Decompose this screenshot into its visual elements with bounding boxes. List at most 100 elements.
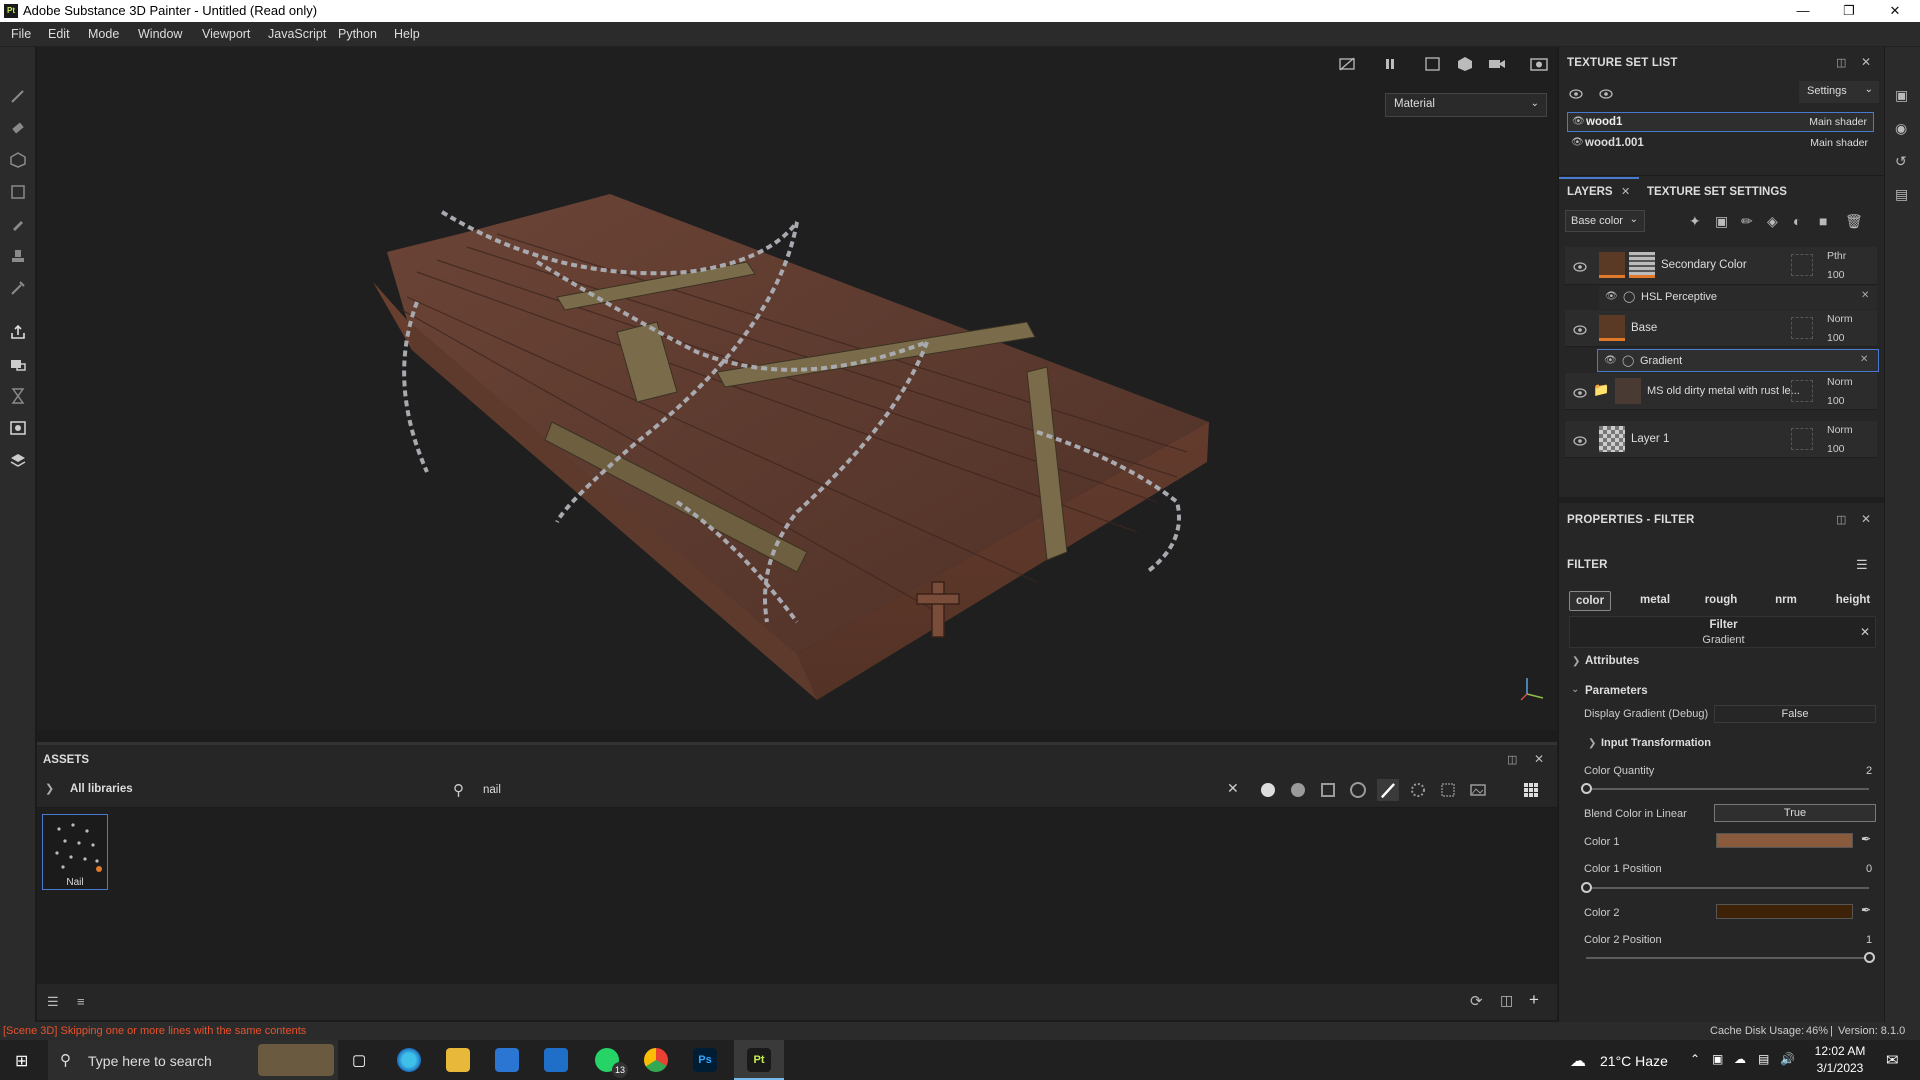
layer-folder-row[interactable]: 📁 MS old dirty metal with rust le... Nor… xyxy=(1565,373,1877,410)
paint-brush-icon[interactable] xyxy=(9,87,27,105)
color2-position-handle[interactable] xyxy=(1864,952,1875,963)
edge-icon[interactable] xyxy=(397,1048,421,1072)
menu-edit[interactable]: Edit xyxy=(48,27,70,41)
menu-python[interactable]: Python xyxy=(338,27,377,41)
mail-icon[interactable] xyxy=(544,1048,568,1072)
close-panel-icon[interactable]: ✕ xyxy=(1861,55,1871,69)
add-mask-icon[interactable]: ▣ xyxy=(1715,213,1728,230)
blend-mode[interactable]: Norm xyxy=(1827,424,1853,436)
channel-select[interactable]: Base color ⌄ xyxy=(1565,210,1645,232)
shader-name[interactable]: Main shader xyxy=(1810,137,1868,149)
screenshot-icon[interactable] xyxy=(1529,55,1549,73)
undock-icon[interactable]: ◫ xyxy=(1507,753,1517,766)
camera-icon[interactable] xyxy=(1487,55,1507,73)
eye-icon[interactable] xyxy=(1573,261,1587,272)
delete-layer-icon[interactable]: 🗑 xyxy=(1845,213,1863,230)
display-icon[interactable]: ▣ xyxy=(1895,87,1908,104)
layer-row[interactable]: Secondary Color Pthr 100 xyxy=(1565,247,1877,285)
smudge-icon[interactable] xyxy=(9,215,27,233)
layer-mask-slot[interactable] xyxy=(1791,428,1813,450)
clock-time[interactable]: 12:02 AM xyxy=(1808,1044,1872,1058)
shader-settings-icon[interactable] xyxy=(9,451,27,469)
eraser-icon[interactable] xyxy=(9,119,27,137)
minimize-icon[interactable]: — xyxy=(1780,0,1826,22)
visibility-toggle-icon[interactable] xyxy=(1569,88,1583,99)
particles-filter-icon[interactable] xyxy=(1409,781,1427,799)
remove-effect-icon[interactable]: ✕ xyxy=(1860,354,1868,365)
channel-color[interactable]: color xyxy=(1569,591,1611,611)
shader-icon[interactable]: ◉ xyxy=(1895,120,1907,137)
pause-icon[interactable] xyxy=(1380,55,1400,73)
filter-selector[interactable]: Filter Gradient ✕ xyxy=(1569,616,1876,648)
chevron-right-icon[interactable]: ❯ xyxy=(1572,656,1580,667)
asset-tile[interactable]: Nail xyxy=(42,814,108,890)
undock-icon[interactable]: ◫ xyxy=(1836,56,1846,69)
store-icon[interactable] xyxy=(495,1048,519,1072)
filter-type-icon[interactable] xyxy=(1349,781,1367,799)
layer-opacity[interactable]: 100 xyxy=(1827,443,1845,455)
layer-opacity[interactable]: 100 xyxy=(1827,332,1845,344)
meet-now-icon[interactable]: ▣ xyxy=(1712,1052,1723,1066)
eye-icon[interactable] xyxy=(1573,435,1587,446)
notifications-icon[interactable]: ✉ xyxy=(1886,1051,1899,1069)
display-gradient-toggle[interactable]: False xyxy=(1714,705,1876,723)
add-smart-material-icon[interactable]: ◐ xyxy=(1793,213,1801,229)
color2-position-value[interactable]: 1 xyxy=(1866,934,1872,946)
color1-position-handle[interactable] xyxy=(1581,882,1592,893)
geometry-mask-icon[interactable] xyxy=(9,183,27,201)
hourglass-icon[interactable] xyxy=(9,387,27,405)
onedrive-icon[interactable]: ☁ xyxy=(1734,1052,1746,1066)
blend-mode[interactable]: Norm xyxy=(1827,376,1853,388)
eye-icon[interactable] xyxy=(1573,324,1587,335)
channel-nrm[interactable]: nrm xyxy=(1768,591,1804,611)
attributes-section[interactable]: Attributes xyxy=(1585,655,1639,667)
effect-row[interactable]: 👁 ◯ HSL Perceptive ✕ xyxy=(1599,286,1877,309)
tab-layers[interactable]: LAYERS ✕ xyxy=(1559,177,1639,205)
blend-mode[interactable]: Pthr xyxy=(1827,250,1846,262)
color-quantity-value[interactable]: 2 xyxy=(1866,765,1872,777)
menu-javascript[interactable]: JavaScript xyxy=(268,27,326,41)
add-paint-layer-icon[interactable]: ✏ xyxy=(1741,213,1753,230)
environment-filter-icon[interactable] xyxy=(1439,781,1457,799)
add-effect-icon[interactable]: ✦ xyxy=(1689,213,1701,230)
taskbar-search-input[interactable]: Type here to search xyxy=(88,1053,212,1069)
hide-ui-icon[interactable] xyxy=(1337,55,1357,73)
restore-icon[interactable]: ❐ xyxy=(1826,0,1872,22)
close-panel-icon[interactable]: ✕ xyxy=(1861,512,1871,526)
grid-view-icon[interactable] xyxy=(1522,781,1540,799)
clock-date[interactable]: 3/1/2023 xyxy=(1808,1061,1872,1075)
sort-icon[interactable]: ≡ xyxy=(77,994,85,1009)
bake-icon[interactable] xyxy=(9,355,27,373)
channel-rough[interactable]: rough xyxy=(1700,591,1742,611)
settings-dropdown[interactable]: Settings ⌄ xyxy=(1799,81,1879,103)
layer-row[interactable]: Layer 1 Norm 100 xyxy=(1565,421,1877,458)
layer-mask-slot[interactable] xyxy=(1791,380,1813,402)
export-icon[interactable] xyxy=(9,323,27,341)
channel-metal[interactable]: metal xyxy=(1634,591,1676,611)
photoshop-icon[interactable]: Ps xyxy=(693,1048,717,1072)
texture-set-row[interactable]: 👁 wood1 Main shader xyxy=(1567,112,1874,132)
eye-icon[interactable] xyxy=(1573,387,1587,398)
blend-linear-toggle[interactable]: True xyxy=(1714,804,1876,822)
shader-name[interactable]: Main shader xyxy=(1809,116,1867,128)
menu-file[interactable]: File xyxy=(11,27,31,41)
tab-texture-set-settings[interactable]: TEXTURE SET SETTINGS xyxy=(1647,186,1787,198)
history-icon[interactable]: ↺ xyxy=(1895,153,1907,170)
view-3d-icon[interactable] xyxy=(1455,55,1475,73)
file-explorer-icon[interactable] xyxy=(446,1048,470,1072)
eye-icon[interactable]: 👁 xyxy=(1605,291,1618,302)
menu-help[interactable]: Help xyxy=(394,27,420,41)
eye-icon[interactable]: 👁 xyxy=(1571,137,1584,148)
texture-filter-icon[interactable] xyxy=(1319,781,1337,799)
add-fill-layer-icon[interactable]: ◈ xyxy=(1767,213,1778,230)
menu-mode[interactable]: Mode xyxy=(88,27,119,41)
eye-icon[interactable]: 👁 xyxy=(1604,355,1617,366)
display-settings-icon[interactable] xyxy=(9,419,27,437)
layer-mask-slot[interactable] xyxy=(1791,254,1813,276)
close-tab-icon[interactable]: ✕ xyxy=(1621,185,1630,198)
library-selector[interactable]: All libraries xyxy=(70,783,133,795)
weather-text[interactable]: 21°C Haze xyxy=(1600,1053,1668,1069)
color-quantity-slider[interactable] xyxy=(1586,788,1869,790)
color2-position-slider[interactable] xyxy=(1586,957,1869,959)
viewport-mode-select[interactable]: Material ⌄ xyxy=(1385,93,1547,117)
